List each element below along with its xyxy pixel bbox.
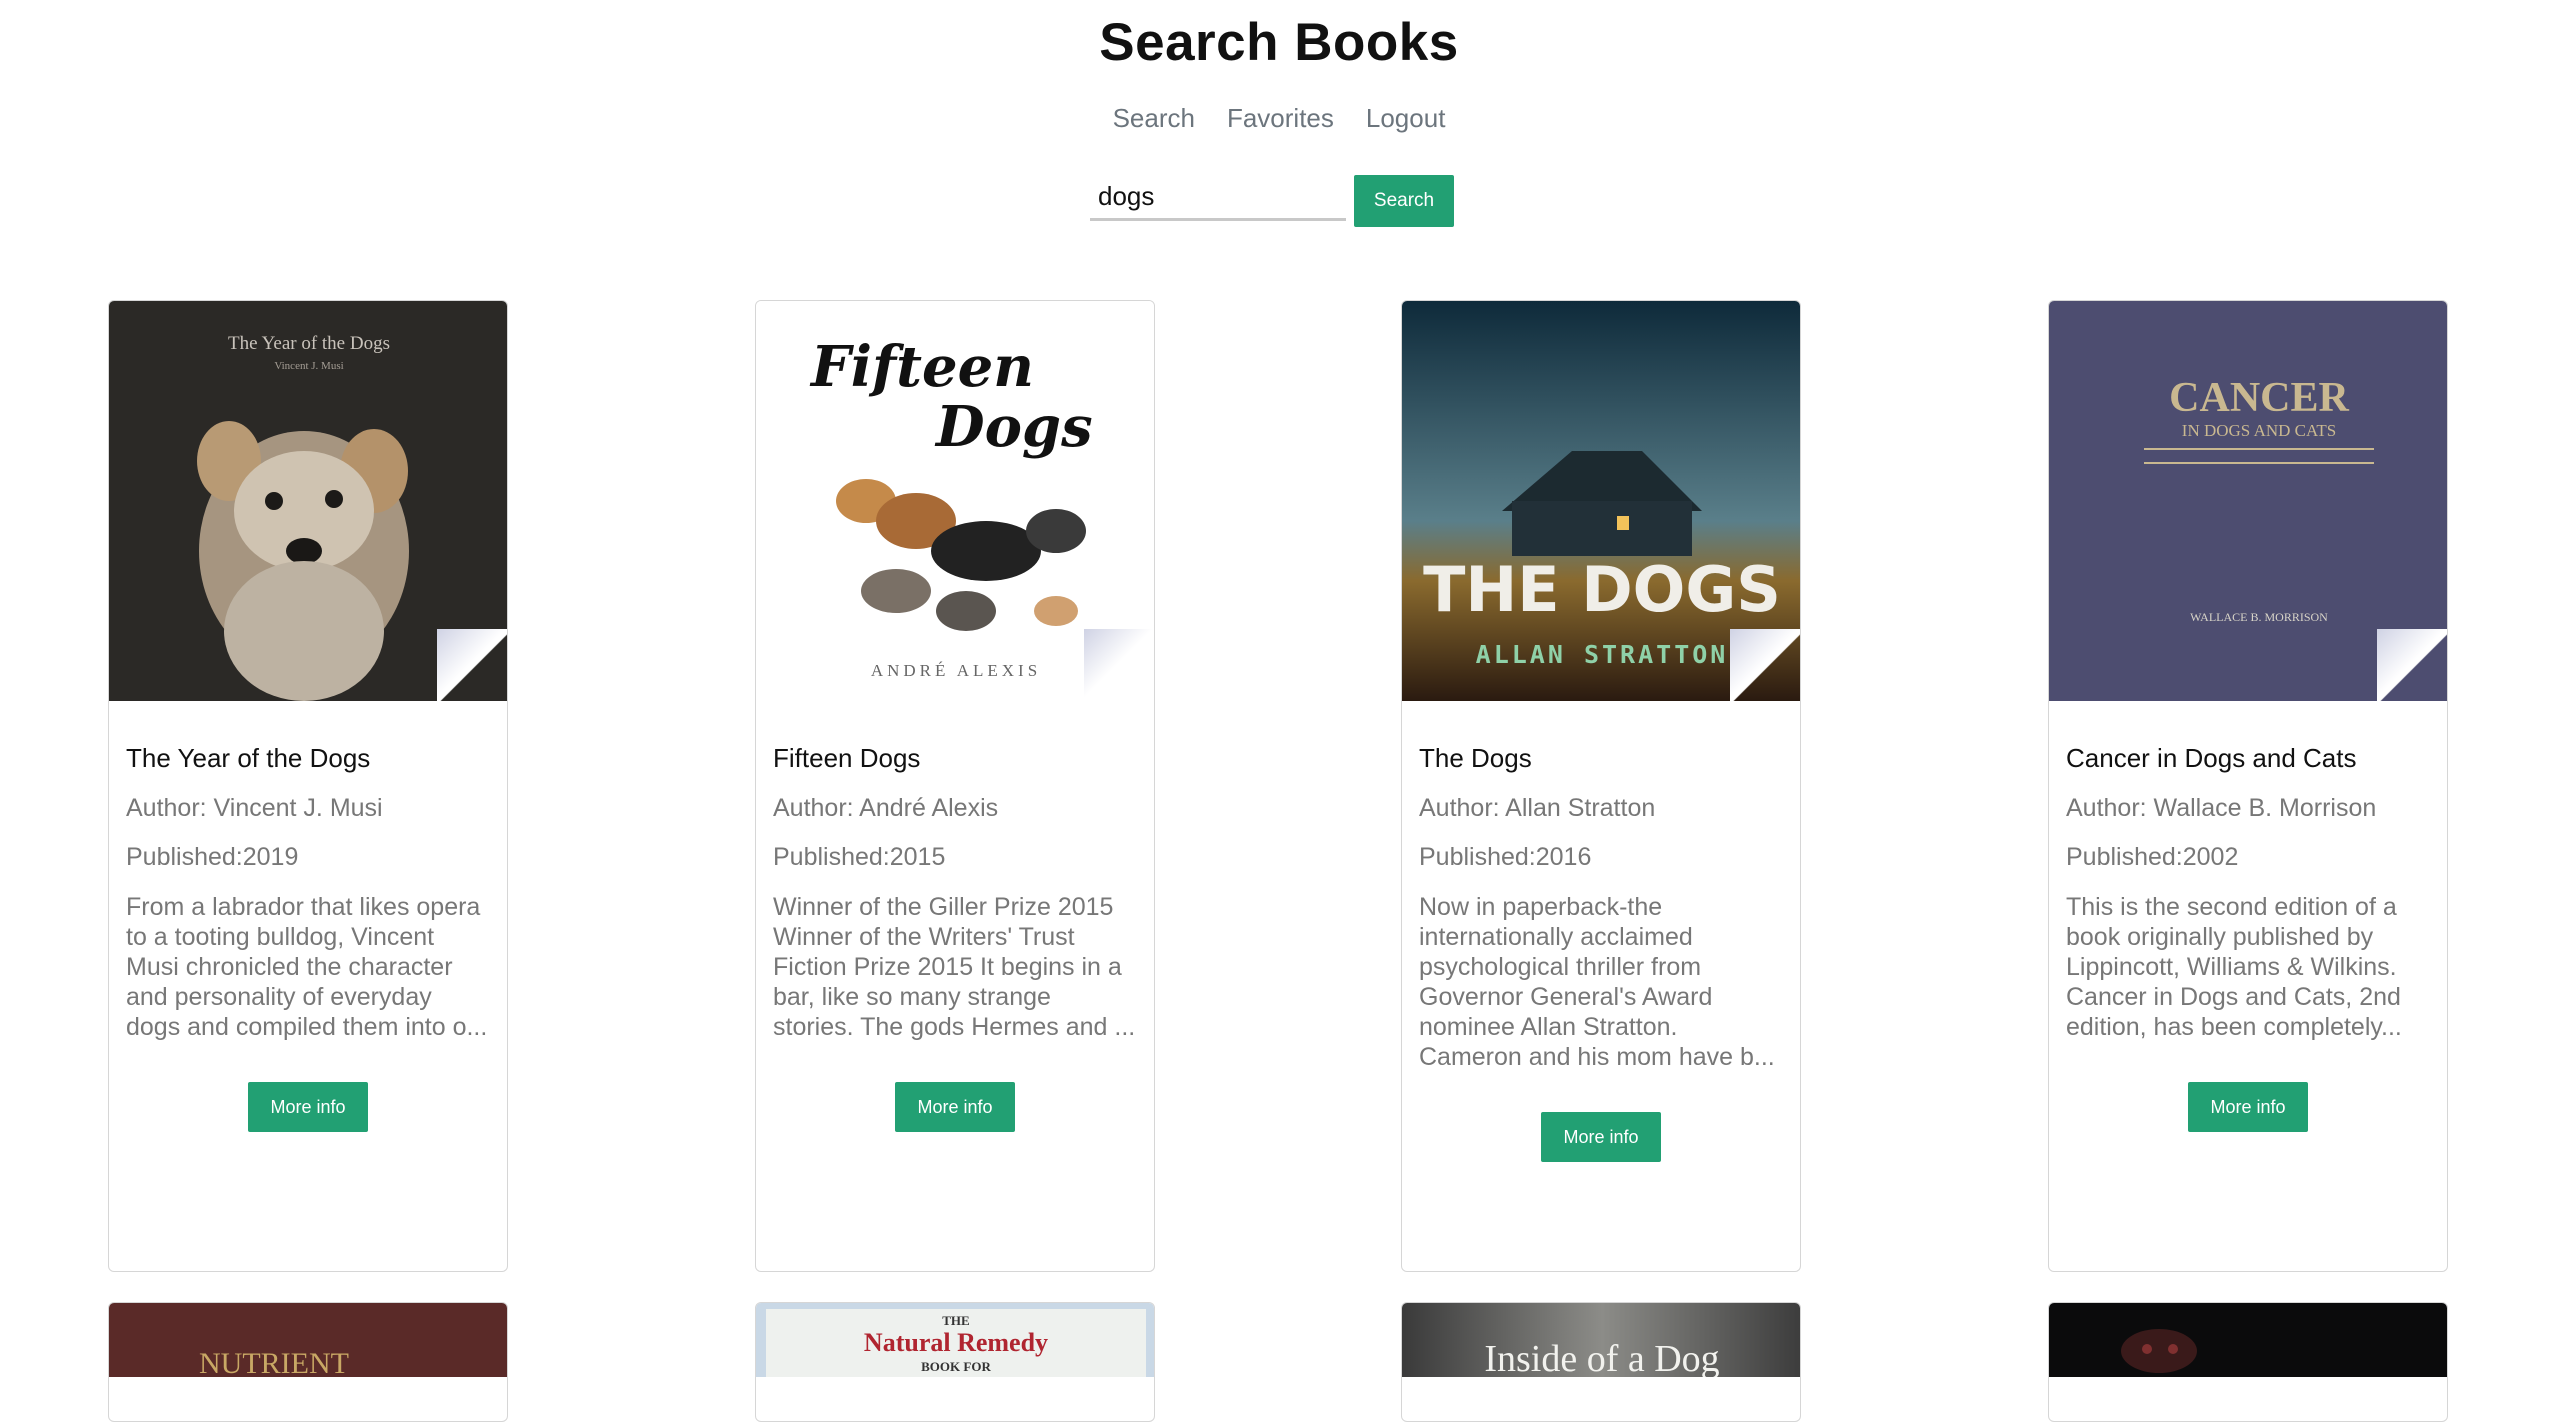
book-cover[interactable]: THE DOGS ALLAN STRATTON — [1402, 301, 1800, 701]
book-card — [2048, 1302, 2448, 1422]
book-cover[interactable]: THE Natural Remedy BOOK FOR — [756, 1303, 1154, 1377]
book-description: This is the second edition of a book ori… — [2066, 893, 2402, 1041]
book-published: Published:2015 — [773, 843, 946, 871]
book-author: Author: Allan Stratton — [1419, 794, 1656, 822]
cover-title-text: Natural Remedy — [864, 1328, 1048, 1357]
cover-title-text: NUTRIENT — [199, 1347, 349, 1377]
cover-title-text: CANCER — [2169, 375, 2349, 421]
more-info-button[interactable]: More info — [2188, 1082, 2308, 1132]
book-description: From a labrador that likes opera to a to… — [126, 893, 488, 1041]
cover-title-text: Inside of a Dog — [1484, 1338, 1719, 1377]
nav-favorites-link[interactable]: Favorites — [1227, 103, 1334, 134]
cover-author-text: Vincent J. Musi — [274, 360, 343, 372]
cover-author-text: ALLAN STRATTON — [1476, 640, 1729, 669]
cover-title-text: Dogs — [934, 394, 1093, 460]
book-card: NUTRIENT — [108, 1302, 508, 1422]
book-title: The Year of the Dogs — [126, 743, 371, 773]
cover-author-text: ANDRÉ ALEXIS — [871, 661, 1041, 680]
more-info-button[interactable]: More info — [1541, 1112, 1661, 1162]
book-published: Published:2002 — [2066, 843, 2239, 871]
book-card: The Year of the Dogs Vincent J. Musi The… — [108, 300, 508, 1272]
cover-subtitle-text: IN DOGS AND CATS — [2182, 421, 2336, 440]
page-curl-decoration — [1084, 629, 1154, 701]
book-cover[interactable]: Fifteen Dogs ANDRÉ ALEXIS — [756, 301, 1154, 701]
cover-text: BOOK FOR — [921, 1359, 991, 1374]
page-curl-decoration — [437, 629, 507, 701]
page-curl-decoration — [2377, 629, 2447, 701]
book-author: Author: Wallace B. Morrison — [2066, 794, 2377, 822]
book-cover[interactable]: NUTRIENT — [109, 1303, 507, 1377]
book-card: THE DOGS ALLAN STRATTON The Dogs Author:… — [1401, 300, 1801, 1272]
cover-author-text: WALLACE B. MORRISON — [2190, 610, 2328, 624]
cover-title-text: The Year of the Dogs — [228, 333, 390, 354]
book-cover[interactable]: CANCER IN DOGS AND CATS WALLACE B. MORRI… — [2049, 301, 2447, 701]
book-cover[interactable]: Inside of a Dog — [1402, 1303, 1800, 1377]
more-info-button[interactable]: More info — [895, 1082, 1015, 1132]
cover-title-text: THE DOGS — [1423, 553, 1781, 626]
book-card: Inside of a Dog — [1401, 1302, 1801, 1422]
search-button[interactable]: Search — [1354, 175, 1454, 227]
book-author: Author: André Alexis — [773, 794, 999, 822]
main-nav: Search Favorites Logout — [0, 103, 2558, 134]
book-cover[interactable]: The Year of the Dogs Vincent J. Musi — [109, 301, 507, 701]
book-description: Now in paperback-the internationally acc… — [1419, 893, 1775, 1071]
book-title: The Dogs — [1419, 743, 1532, 773]
more-info-button[interactable]: More info — [248, 1082, 368, 1132]
book-cover[interactable] — [2049, 1303, 2447, 1377]
search-input[interactable] — [1090, 175, 1346, 221]
search-bar: Search — [1090, 175, 1454, 227]
nav-search-link[interactable]: Search — [1113, 103, 1195, 134]
page-title: Search Books — [1099, 13, 1459, 72]
book-description: Winner of the Giller Prize 2015 Winner o… — [773, 893, 1136, 1041]
book-published: Published:2019 — [126, 843, 299, 871]
nav-logout-link[interactable]: Logout — [1366, 103, 1446, 134]
book-published: Published:2016 — [1419, 843, 1592, 871]
cover-text: THE — [942, 1313, 969, 1328]
book-title: Cancer in Dogs and Cats — [2066, 743, 2357, 773]
page-curl-decoration — [1730, 629, 1800, 701]
book-author: Author: Vincent J. Musi — [126, 794, 383, 822]
book-title: Fifteen Dogs — [773, 743, 921, 773]
book-card: THE Natural Remedy BOOK FOR — [755, 1302, 1155, 1422]
book-card: CANCER IN DOGS AND CATS WALLACE B. MORRI… — [2048, 300, 2448, 1272]
book-card: Fifteen Dogs ANDRÉ ALEXIS Fifteen Dogs A… — [755, 300, 1155, 1272]
cover-title-text: Fifteen — [809, 334, 1034, 400]
